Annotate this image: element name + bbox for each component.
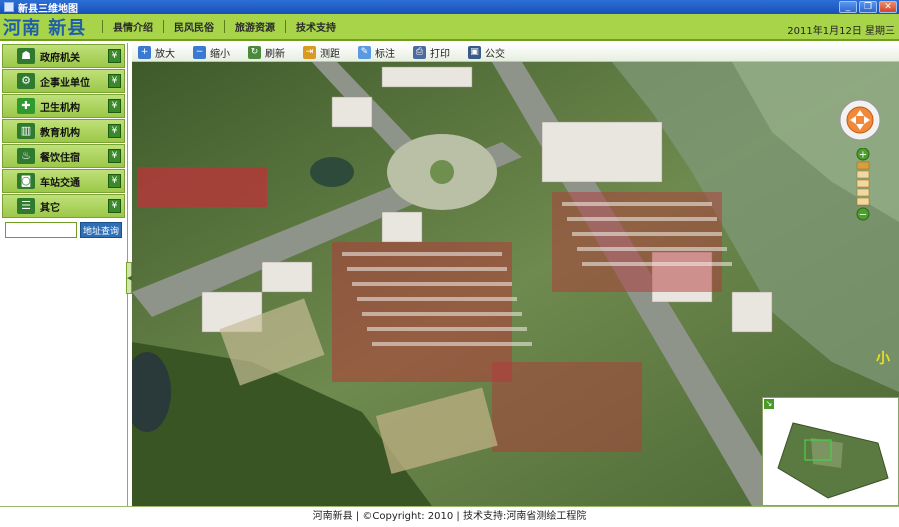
tool-label: 打印 bbox=[430, 48, 450, 60]
map-corner-label: 小 bbox=[876, 351, 890, 367]
sidebar-item-dining[interactable]: ♨ 餐饮住宿 ¥ bbox=[2, 144, 125, 168]
tool-label: 缩小 bbox=[210, 48, 230, 60]
education-icon: ▥ bbox=[17, 123, 35, 139]
sidebar-item-label: 其它 bbox=[40, 202, 60, 214]
chevron-down-icon[interactable]: ¥ bbox=[108, 124, 121, 138]
main-nav: 县情介绍 民风民俗 旅游资源 技术支持 bbox=[92, 19, 336, 34]
nav-item-tourism[interactable]: 旅游资源 bbox=[235, 19, 275, 34]
address-search-input[interactable] bbox=[5, 222, 77, 238]
minimize-button[interactable]: _ bbox=[839, 1, 857, 13]
print-button[interactable]: ⎙ 打印 bbox=[413, 45, 450, 60]
sidebar-item-enterprise[interactable]: ⚙ 企事业单位 ¥ bbox=[2, 69, 125, 93]
svg-text:+: + bbox=[859, 150, 867, 161]
chevron-down-icon[interactable]: ¥ bbox=[108, 99, 121, 113]
window-title: 新县三维地图 bbox=[18, 3, 78, 15]
annotate-button[interactable]: ✎ 标注 bbox=[358, 45, 395, 60]
window-titlebar: 新县三维地图 _ ❐ ✕ bbox=[0, 0, 899, 15]
nav-divider bbox=[285, 20, 286, 33]
chevron-down-icon[interactable]: ¥ bbox=[108, 74, 121, 88]
site-header: 河南 新县 县情介绍 民风民俗 旅游资源 技术支持 2011年1月12日 星期三 bbox=[0, 14, 899, 41]
sidebar-item-medical[interactable]: ✚ 卫生机构 ¥ bbox=[2, 94, 125, 118]
sidebar-item-label: 餐饮住宿 bbox=[40, 152, 80, 164]
measure-icon: ⇥ bbox=[303, 45, 316, 59]
zoom-out-button[interactable]: − 缩小 bbox=[193, 45, 230, 60]
nav-item-tech-support[interactable]: 技术支持 bbox=[296, 19, 336, 34]
app-icon bbox=[4, 2, 14, 12]
print-icon: ⎙ bbox=[413, 45, 426, 59]
map-zoom-slider[interactable]: + − bbox=[855, 147, 871, 226]
measure-button[interactable]: ⇥ 测距 bbox=[303, 45, 340, 60]
current-date: 2011年1月12日 星期三 bbox=[787, 26, 895, 37]
bus-icon: ▣ bbox=[468, 45, 481, 59]
address-search: 地址查询 bbox=[5, 222, 127, 238]
brand-title: 河南 新县 bbox=[3, 17, 87, 39]
nav-divider bbox=[224, 20, 225, 33]
close-button[interactable]: ✕ bbox=[879, 1, 897, 13]
sidebar-item-label: 政府机关 bbox=[40, 52, 80, 64]
nav-divider bbox=[102, 20, 103, 33]
overview-minimap[interactable]: ↘ bbox=[762, 397, 899, 506]
tool-label: 公交 bbox=[485, 48, 505, 60]
zoom-out-icon: − bbox=[193, 45, 206, 59]
nav-divider bbox=[163, 20, 164, 33]
zoom-in-icon: + bbox=[138, 45, 151, 59]
map-pan-control[interactable] bbox=[838, 98, 882, 142]
government-icon: ☗ bbox=[17, 48, 35, 64]
sidebar-item-education[interactable]: ▥ 教育机构 ¥ bbox=[2, 119, 125, 143]
nav-item-county-info[interactable]: 县情介绍 bbox=[113, 19, 153, 34]
sidebar-item-label: 企事业单位 bbox=[40, 77, 90, 89]
restore-button[interactable]: ❐ bbox=[859, 1, 877, 13]
map-toolbar: + 放大 − 缩小 ↻ 刷新 ⇥ 测距 ✎ 标注 ⎙ 打印 ▣ 公交 bbox=[132, 43, 899, 62]
sidebar-item-label: 卫生机构 bbox=[40, 102, 80, 114]
bus-button[interactable]: ▣ 公交 bbox=[468, 45, 505, 60]
medical-cross-icon: ✚ bbox=[17, 98, 35, 114]
tool-label: 放大 bbox=[155, 48, 175, 60]
nav-item-customs[interactable]: 民风民俗 bbox=[174, 19, 214, 34]
dining-icon: ♨ bbox=[17, 148, 35, 164]
minimap-toggle-icon[interactable]: ↘ bbox=[764, 399, 774, 409]
bus-icon: ◙ bbox=[17, 173, 35, 189]
page-footer: 河南新县 | ©Copyright: 2010 | 技术支持:河南省测绘工程院 bbox=[0, 506, 899, 527]
sidebar-item-other[interactable]: ☰ 其它 ¥ bbox=[2, 194, 125, 218]
chevron-down-icon[interactable]: ¥ bbox=[108, 199, 121, 213]
chevron-down-icon[interactable]: ¥ bbox=[108, 49, 121, 63]
sidebar-item-government[interactable]: ☗ 政府机关 ¥ bbox=[2, 44, 125, 68]
refresh-icon: ↻ bbox=[248, 45, 261, 59]
label-icon: ✎ bbox=[358, 45, 371, 59]
sidebar-item-transport[interactable]: ◙ 车站交通 ¥ bbox=[2, 169, 125, 193]
tool-label: 测距 bbox=[320, 48, 340, 60]
sidebar-item-label: 车站交通 bbox=[40, 177, 80, 189]
sidebar: ☗ 政府机关 ¥ ⚙ 企事业单位 ¥ ✚ 卫生机构 ¥ ▥ 教育机构 ¥ ♨ 餐… bbox=[0, 43, 128, 506]
sidebar-item-label: 教育机构 bbox=[40, 127, 80, 139]
refresh-button[interactable]: ↻ 刷新 bbox=[248, 45, 285, 60]
other-icon: ☰ bbox=[17, 198, 35, 214]
chevron-down-icon[interactable]: ¥ bbox=[108, 149, 121, 163]
enterprise-icon: ⚙ bbox=[17, 73, 35, 89]
zoom-in-button[interactable]: + 放大 bbox=[138, 45, 175, 60]
address-search-button[interactable]: 地址查询 bbox=[80, 222, 122, 238]
svg-text:−: − bbox=[859, 210, 867, 221]
tool-label: 刷新 bbox=[265, 48, 285, 60]
chevron-down-icon[interactable]: ¥ bbox=[108, 174, 121, 188]
tool-label: 标注 bbox=[375, 48, 395, 60]
